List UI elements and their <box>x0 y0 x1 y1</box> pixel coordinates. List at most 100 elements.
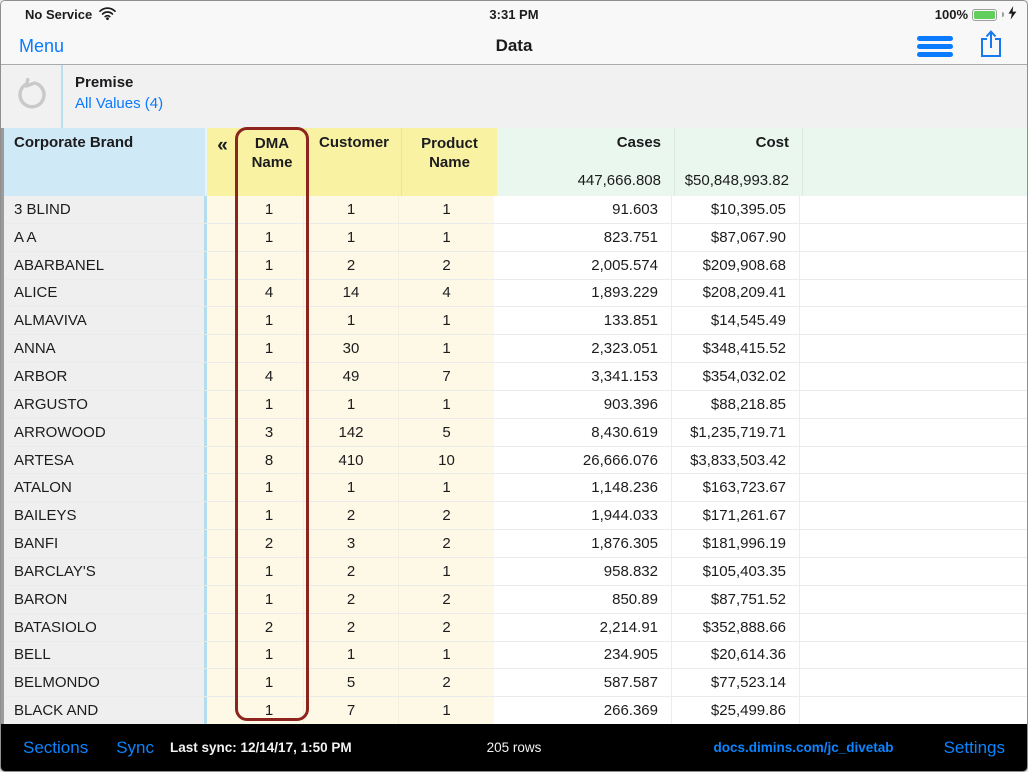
product-cell: 1 <box>398 474 494 501</box>
carrier-label: No Service <box>25 7 92 22</box>
table-row[interactable]: ALMAVIVA 1 1 1 133.851 $14,545.49 <box>1 306 1027 334</box>
cases-cell: 234.905 <box>494 642 671 669</box>
dma-cell: 3 <box>235 419 303 446</box>
hamburger-menu-icon[interactable] <box>917 36 953 57</box>
filler-cell <box>799 391 1027 418</box>
cases-cell: 1,148.236 <box>494 474 671 501</box>
table-row[interactable]: ALICE 4 14 4 1,893.229 $208,209.41 <box>1 279 1027 307</box>
table-row[interactable]: BELL 1 1 1 234.905 $20,614.36 <box>1 641 1027 669</box>
table-row[interactable]: ARROWOOD 3 142 5 8,430.619 $1,235,719.71 <box>1 418 1027 446</box>
brand-cell: 3 BLIND <box>1 196 207 223</box>
product-cell: 5 <box>398 419 494 446</box>
column-header-customer[interactable]: Customer <box>306 128 401 196</box>
table-row[interactable]: BANFI 2 3 2 1,876.305 $181,996.19 <box>1 529 1027 557</box>
cost-cell: $208,209.41 <box>671 280 799 307</box>
dma-cell: 1 <box>235 391 303 418</box>
filler-cell <box>799 530 1027 557</box>
filler-cell <box>799 252 1027 279</box>
cost-cell: $10,395.05 <box>671 196 799 223</box>
cases-cell: 1,944.033 <box>494 502 671 529</box>
cases-cell: 587.587 <box>494 669 671 696</box>
settings-button[interactable]: Settings <box>944 738 1005 758</box>
table-row[interactable]: ARBOR 4 49 7 3,341.153 $354,032.02 <box>1 362 1027 390</box>
dma-cell: 2 <box>235 530 303 557</box>
product-cell: 1 <box>398 558 494 585</box>
cases-total: 447,666.808 <box>497 172 661 189</box>
table-row[interactable]: BAILEYS 1 2 2 1,944.033 $171,261.67 <box>1 501 1027 529</box>
brand-cell: ALICE <box>1 280 207 307</box>
spacer-cell <box>207 642 235 669</box>
cases-cell: 2,214.91 <box>494 614 671 641</box>
cost-cell: $163,723.67 <box>671 474 799 501</box>
column-header-cost[interactable]: Cost $50,848,993.82 <box>674 128 802 196</box>
table-row[interactable]: 3 BLIND 1 1 1 91.603 $10,395.05 <box>1 196 1027 223</box>
spacer-cell <box>207 502 235 529</box>
cost-cell: $171,261.67 <box>671 502 799 529</box>
cost-cell: $181,996.19 <box>671 530 799 557</box>
brand-cell: ABARBANEL <box>1 252 207 279</box>
cost-cell: $209,908.68 <box>671 252 799 279</box>
cases-cell: 1,876.305 <box>494 530 671 557</box>
refresh-button[interactable] <box>1 65 63 128</box>
customer-cell: 30 <box>303 335 398 362</box>
refresh-icon <box>15 78 47 115</box>
spacer-cell <box>207 307 235 334</box>
spacer-cell <box>207 586 235 613</box>
brand-cell: ARGUSTO <box>1 391 207 418</box>
column-header-cases[interactable]: Cases 447,666.808 <box>497 128 674 196</box>
table-row[interactable]: ARGUSTO 1 1 1 903.396 $88,218.85 <box>1 390 1027 418</box>
cases-cell: 823.751 <box>494 224 671 251</box>
spacer-cell <box>207 224 235 251</box>
column-header-dma-name[interactable]: DMA Name <box>238 128 306 196</box>
table-row[interactable]: BARON 1 2 2 850.89 $87,751.52 <box>1 585 1027 613</box>
spacer-cell <box>207 252 235 279</box>
divetab-app-window: No Service 3:31 PM 100% Menu Data <box>0 0 1028 772</box>
customer-cell: 410 <box>303 447 398 474</box>
left-scroll-indicator[interactable] <box>1 128 4 724</box>
cost-cell: $87,067.90 <box>671 224 799 251</box>
spacer-cell <box>207 196 235 223</box>
product-cell: 1 <box>398 391 494 418</box>
cases-cell: 3,341.153 <box>494 363 671 390</box>
filler-cell <box>799 224 1027 251</box>
customer-cell: 1 <box>303 224 398 251</box>
filler-cell <box>799 280 1027 307</box>
collapse-columns-control[interactable]: « <box>207 128 238 196</box>
brand-cell: BELL <box>1 642 207 669</box>
table-row[interactable]: BLACK AND 1 7 1 266.369 $25,499.86 <box>1 696 1027 724</box>
cost-cell: $105,403.35 <box>671 558 799 585</box>
docs-link[interactable]: docs.dimins.com/jc_divetab <box>714 740 894 755</box>
table-body: 3 BLIND 1 1 1 91.603 $10,395.05 A A 1 1 … <box>1 196 1027 724</box>
share-icon[interactable] <box>979 29 1003 64</box>
table-row[interactable]: ARTESA 8 410 10 26,666.076 $3,833,503.42 <box>1 446 1027 474</box>
filler-cell <box>799 363 1027 390</box>
cases-cell: 1,893.229 <box>494 280 671 307</box>
spacer-cell <box>207 280 235 307</box>
table-row[interactable]: BARCLAY'S 1 2 1 958.832 $105,403.35 <box>1 557 1027 585</box>
column-header-corporate-brand[interactable]: Corporate Brand <box>1 128 207 196</box>
filter-bar: Premise All Values (4) <box>1 65 1027 128</box>
filter-value-link[interactable]: All Values (4) <box>75 95 163 112</box>
table-row[interactable]: ATALON 1 1 1 1,148.236 $163,723.67 <box>1 473 1027 501</box>
menu-button[interactable]: Menu <box>19 36 64 57</box>
table-row[interactable]: BELMONDO 1 5 2 587.587 $77,523.14 <box>1 668 1027 696</box>
customer-cell: 49 <box>303 363 398 390</box>
customer-cell: 1 <box>303 196 398 223</box>
cases-cell: 958.832 <box>494 558 671 585</box>
dma-cell: 2 <box>235 614 303 641</box>
filler-cell <box>799 419 1027 446</box>
brand-cell: BANFI <box>1 530 207 557</box>
clock: 3:31 PM <box>1 7 1027 22</box>
table-row[interactable]: ANNA 1 30 1 2,323.051 $348,415.52 <box>1 334 1027 362</box>
customer-cell: 1 <box>303 307 398 334</box>
sections-button[interactable]: Sections <box>23 738 88 758</box>
table-row[interactable]: BATASIOLO 2 2 2 2,214.91 $352,888.66 <box>1 613 1027 641</box>
filler-cell <box>799 447 1027 474</box>
table-row[interactable]: A A 1 1 1 823.751 $87,067.90 <box>1 223 1027 251</box>
table-row[interactable]: ABARBANEL 1 2 2 2,005.574 $209,908.68 <box>1 251 1027 279</box>
column-header-product-name[interactable]: Product Name <box>401 128 497 196</box>
cost-cell: $77,523.14 <box>671 669 799 696</box>
sync-button[interactable]: Sync <box>116 738 154 758</box>
dma-cell: 4 <box>235 363 303 390</box>
filler-cell <box>799 614 1027 641</box>
